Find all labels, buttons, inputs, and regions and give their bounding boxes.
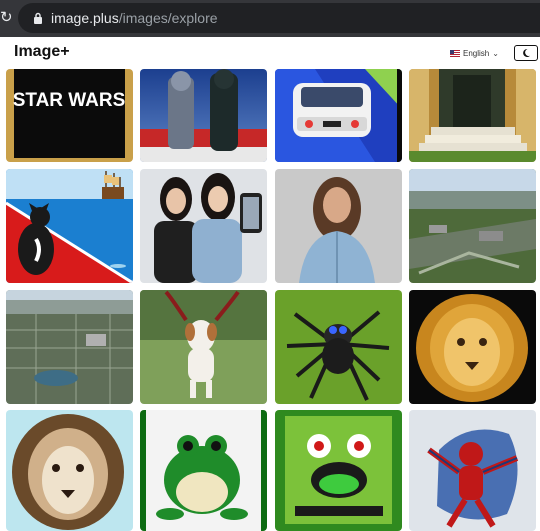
lock-icon[interactable] [33, 12, 43, 24]
theme-toggle-button[interactable] [514, 45, 538, 61]
site-logo[interactable]: Image+ [14, 43, 70, 61]
gallery-tile-spiderman-figure[interactable] [409, 410, 536, 531]
gallery-tile-frog-cartoon[interactable] [275, 410, 402, 531]
gallery-tile-star-wars-figures[interactable] [140, 69, 267, 162]
star-wars-text: STAR WARS [13, 90, 126, 111]
gallery-tile-horned-dog[interactable] [140, 290, 267, 404]
gallery-tile-lion-portrait-2[interactable] [6, 410, 133, 531]
url-host: image.plus [51, 10, 119, 26]
gallery-tile-white-car[interactable] [275, 69, 402, 162]
gallery-tile-spider-on-grass[interactable] [275, 290, 402, 404]
image-gallery: STAR WARS [0, 69, 540, 531]
url-text[interactable]: image.plus/images/explore [51, 10, 218, 26]
browser-toolbar: ↻ image.plus/images/explore [0, 0, 540, 37]
reload-icon[interactable]: ↻ [0, 10, 14, 26]
us-flag-icon [450, 49, 460, 57]
gallery-tile-lion-portrait-1[interactable] [409, 290, 536, 404]
gallery-tile-star-wars-logo[interactable]: STAR WARS [6, 69, 133, 162]
gallery-tile-frog-sitting[interactable] [140, 410, 267, 531]
address-bar[interactable]: image.plus/images/explore [18, 3, 540, 33]
site-header: Image+ English ⌄ [0, 37, 540, 69]
gallery-tile-aerial-city-1[interactable] [409, 169, 536, 283]
gallery-tile-two-women-selfie[interactable] [140, 169, 267, 283]
moon-icon [523, 48, 530, 57]
gallery-tile-cat-and-ship[interactable] [6, 169, 133, 283]
gallery-tile-woman-denim-shirt[interactable] [275, 169, 402, 283]
gallery-tile-aerial-city-2[interactable] [6, 290, 133, 404]
language-selector[interactable]: English ⌄ [450, 45, 499, 61]
chevron-down-icon: ⌄ [492, 48, 499, 58]
language-label: English [463, 48, 490, 58]
gallery-tile-building-doorway[interactable] [409, 69, 536, 162]
url-path: /images/explore [118, 10, 218, 26]
